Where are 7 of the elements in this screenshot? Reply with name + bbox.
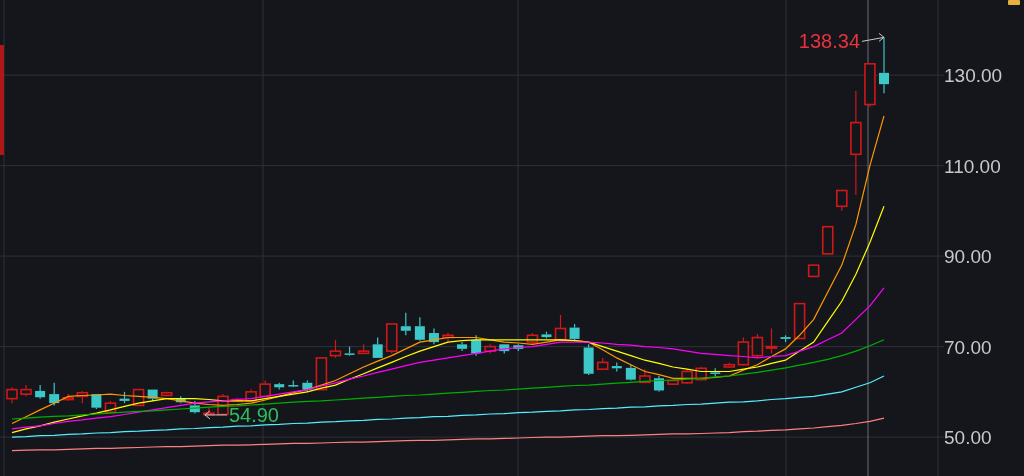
price-extreme-label: 54.90 xyxy=(228,403,279,426)
price-extreme-label: 138.34 xyxy=(798,30,860,53)
y-axis-label: 130.00 xyxy=(944,65,1003,87)
y-axis-label: 70.00 xyxy=(944,336,992,358)
y-axis-label: 90.00 xyxy=(944,246,992,268)
y-axis-label: 50.00 xyxy=(944,427,992,449)
y-axis-label: 110.00 xyxy=(944,155,1001,177)
